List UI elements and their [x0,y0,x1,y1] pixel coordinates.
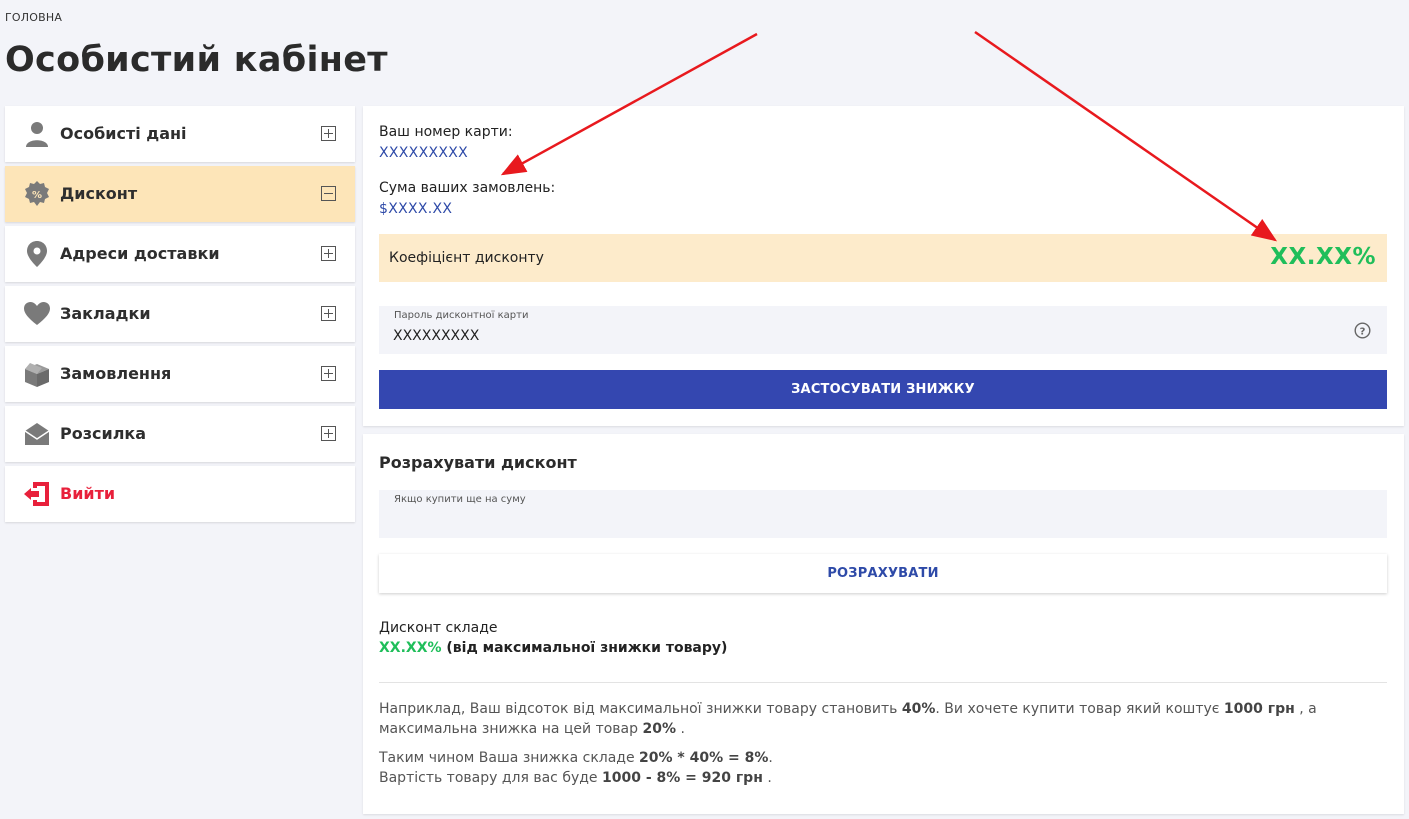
percent-badge-icon: % [25,181,49,206]
expand-icon[interactable] [321,126,336,141]
discount-calculator-panel: Розрахувати дисконт Якщо купити ще на су… [363,434,1404,814]
sidebar-item-bookmarks[interactable]: Закладки [5,286,355,342]
collapse-icon[interactable] [321,186,336,201]
sidebar-item-orders[interactable]: Замовлення [5,346,355,402]
card-password-input[interactable] [393,326,1293,346]
sidebar-item-label: Дисконт [60,184,138,203]
purchase-amount-label: Якщо купити ще на суму [394,494,526,505]
logout-icon [24,482,49,506]
apply-discount-button[interactable]: ЗАСТОСУВАТИ ЗНИЖКУ [379,370,1387,409]
card-password-field[interactable]: Пароль дисконтної карти ? [379,306,1387,354]
coefficient-label: Коефіцієнт дисконту [389,250,544,266]
example-result-paragraph: Таким чином Ваша знижка складе 20% * 40%… [379,750,773,786]
discount-card-panel: Ваш номер карти: XXXXXXXXX Сума ваших за… [363,106,1404,426]
svg-text:?: ? [1360,326,1366,337]
card-password-label: Пароль дисконтної карти [394,310,529,321]
calculate-button[interactable]: РОЗРАХУВАТИ [379,554,1387,593]
logout-button[interactable]: Вийти [5,466,355,522]
result-label: Дисконт складе [379,620,498,636]
user-icon [26,122,48,147]
envelope-icon [24,423,50,445]
card-number-label: Ваш номер карти: [379,124,513,140]
purchase-amount-input[interactable] [393,510,1293,530]
calculator-title: Розрахувати дисконт [379,453,577,472]
map-pin-icon [27,241,47,267]
result-suffix: (від максимальної знижки товару) [441,640,728,656]
sidebar-item-discount[interactable]: % Дисконт [5,166,355,222]
sidebar-item-delivery-addresses[interactable]: Адреси доставки [5,226,355,282]
expand-icon[interactable] [321,246,336,261]
expand-icon[interactable] [321,366,336,381]
example-paragraph: Наприклад, Ваш відсоток від максимальної… [379,701,1317,737]
svg-text:%: % [32,190,42,201]
logout-label: Вийти [60,484,116,503]
sidebar-item-personal-data[interactable]: Особисті дані [5,106,355,162]
sidebar-item-label: Розсилка [60,424,147,443]
sidebar-item-label: Замовлення [60,364,172,383]
discount-coefficient-box: Коефіцієнт дисконту XX.XX% [379,234,1387,282]
result-line: XX.XX% (від максимальної знижки товару) [379,640,727,656]
heart-icon [24,302,50,325]
result-value: XX.XX% [379,640,442,656]
expand-icon[interactable] [321,426,336,441]
sidebar-item-label: Особисті дані [60,124,187,143]
divider [379,682,1387,683]
card-number-value: XXXXXXXXX [379,145,469,161]
breadcrumb[interactable]: ГОЛОВНА [5,11,62,24]
purchase-amount-field[interactable]: Якщо купити ще на суму [379,490,1387,538]
sidebar-item-newsletter[interactable]: Розсилка [5,406,355,462]
coefficient-value: XX.XX% [1270,244,1376,270]
page-title: Особистий кабінет [5,40,388,80]
sidebar: Особисті дані % Дисконт Адреси доставки … [5,106,355,526]
sidebar-item-label: Закладки [60,304,151,323]
orders-sum-value: $XXXX.XX [379,201,453,217]
orders-sum-label: Сума ваших замовлень: [379,180,556,196]
expand-icon[interactable] [321,306,336,321]
sidebar-item-label: Адреси доставки [60,244,220,263]
help-icon[interactable]: ? [1354,322,1371,339]
box-icon [25,363,49,387]
